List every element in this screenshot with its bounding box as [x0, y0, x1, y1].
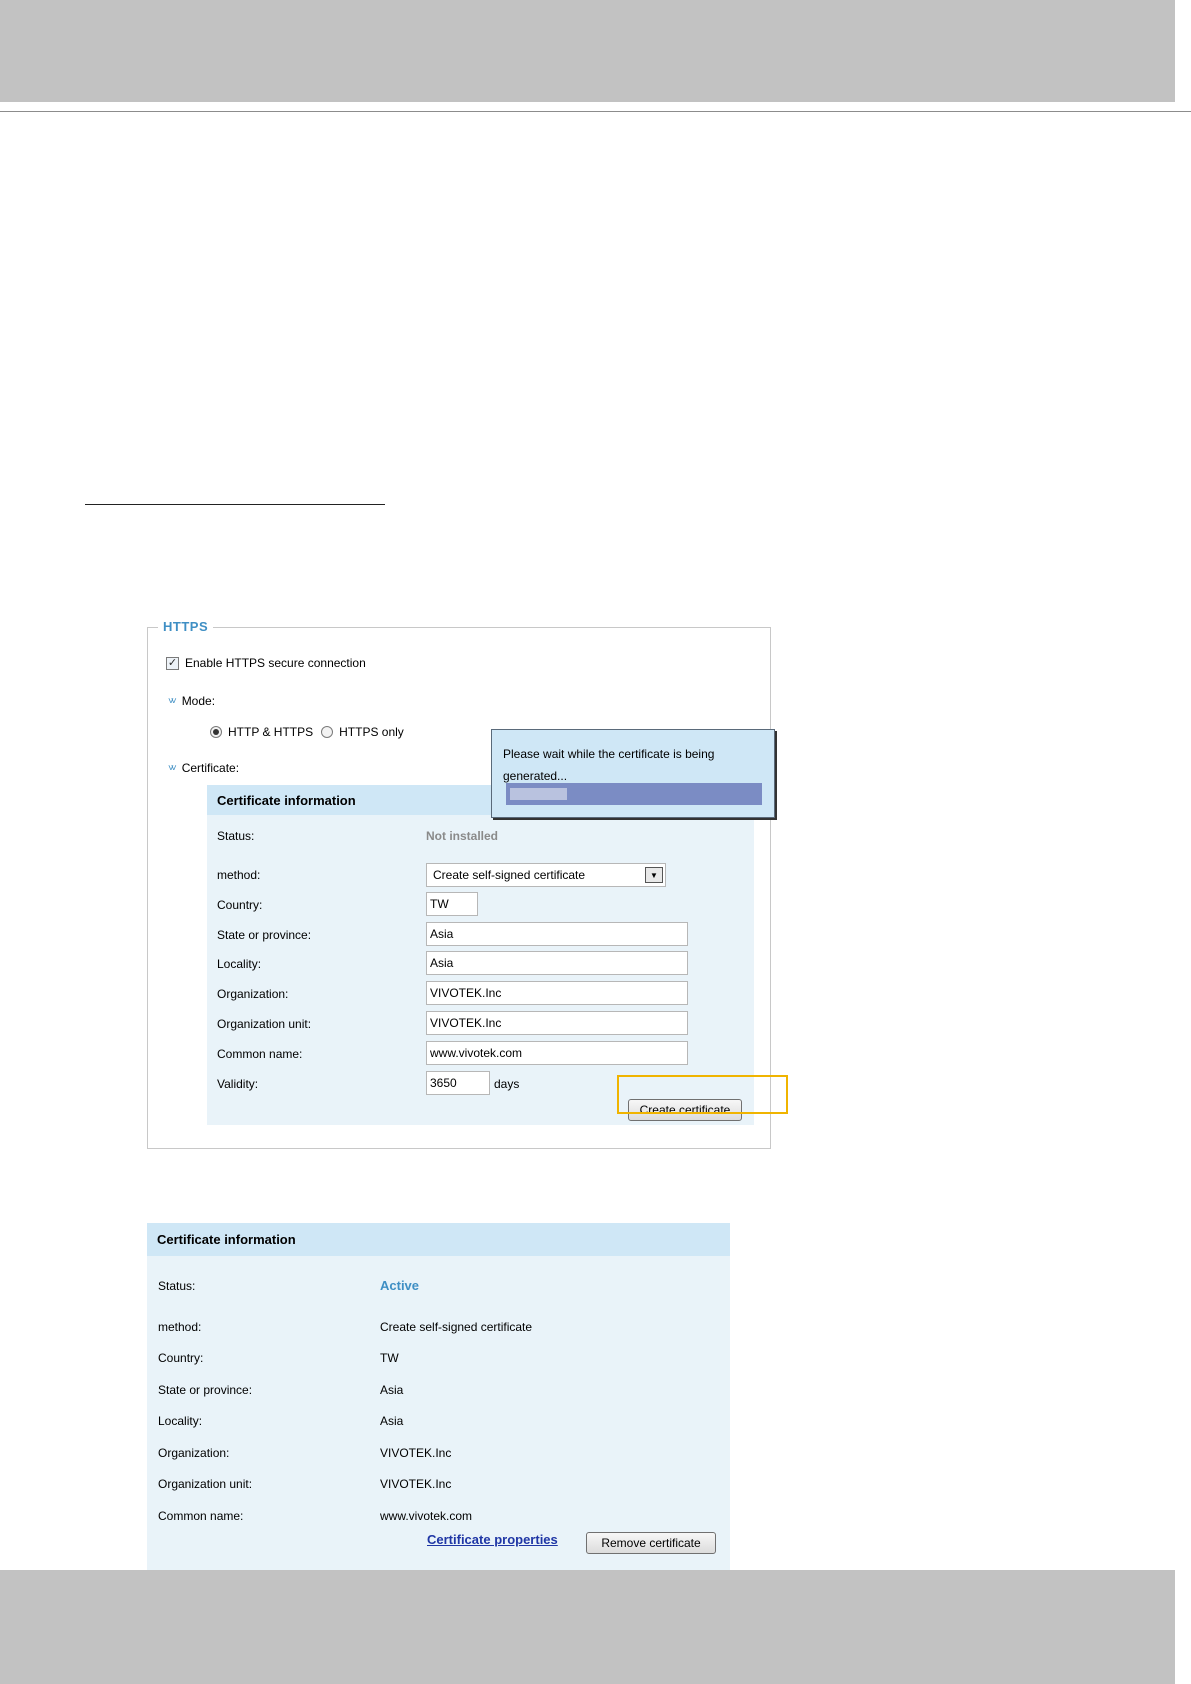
- certificate-form-panel: Certificate information Status: Not inst…: [207, 785, 754, 1125]
- installed-organization-unit-value: VIVOTEK.Inc: [380, 1477, 452, 1491]
- page-footer-band: [0, 1570, 1191, 1684]
- method-select-value: Create self-signed certificate: [433, 868, 586, 882]
- radio-https-only[interactable]: [321, 726, 334, 738]
- radio-https-only-label: HTTPS only: [339, 725, 404, 739]
- chevron-down-icon: ˅˅: [168, 695, 177, 707]
- installed-method-value: Create self-signed certificate: [380, 1320, 533, 1334]
- installed-method-label: method:: [158, 1320, 202, 1334]
- certificate-row: ˅˅ Certificate:: [168, 761, 239, 775]
- enable-https-label: Enable HTTPS secure connection: [185, 656, 366, 670]
- enable-https-checkbox[interactable]: ✓: [166, 656, 179, 670]
- country-input[interactable]: TW: [426, 892, 478, 916]
- installed-common-name-label: Common name:: [158, 1509, 244, 1523]
- radio-http-https-label: HTTP & HTTPS: [228, 725, 314, 739]
- progress-fill: [510, 788, 568, 800]
- header-rule: [0, 111, 1191, 112]
- section-underline: [85, 504, 385, 505]
- installed-state-value: Asia: [380, 1383, 404, 1397]
- state-input[interactable]: Asia: [426, 922, 688, 946]
- common-name-input[interactable]: www.vivotek.com: [426, 1041, 688, 1065]
- certificate-properties-link[interactable]: Certificate properties: [427, 1532, 558, 1547]
- create-certificate-highlight: [617, 1075, 788, 1114]
- days-label: days: [494, 1077, 520, 1091]
- installed-locality-label: Locality:: [158, 1414, 203, 1428]
- validity-input[interactable]: 3650: [426, 1071, 490, 1095]
- locality-label: Locality:: [217, 957, 262, 971]
- generating-popup: Please wait while the certificate is bei…: [491, 729, 775, 818]
- https-legend: HTTPS: [158, 619, 214, 634]
- remove-certificate-button[interactable]: Remove certificate: [586, 1532, 716, 1554]
- organization-label: Organization:: [217, 987, 289, 1001]
- page-header-band: [0, 0, 1191, 102]
- radio-http-https[interactable]: [210, 726, 222, 738]
- installed-status-value: Active: [380, 1278, 420, 1293]
- installed-state-label: State or province:: [158, 1383, 253, 1397]
- organization-unit-label: Organization unit:: [217, 1017, 312, 1031]
- https-fieldset: HTTPS ✓ Enable HTTPS secure connection ˅…: [147, 619, 771, 1149]
- dropdown-arrow-icon[interactable]: ▼: [645, 867, 663, 883]
- enable-https-row[interactable]: ✓ Enable HTTPS secure connection: [166, 656, 366, 670]
- locality-input[interactable]: Asia: [426, 951, 688, 975]
- page-edge: [1175, 0, 1191, 102]
- installed-certificate-heading: Certificate information: [147, 1223, 730, 1256]
- country-label: Country:: [217, 898, 263, 912]
- installed-common-name-value: www.vivotek.com: [380, 1509, 473, 1523]
- mode-options: HTTP & HTTPS HTTPS only: [210, 725, 412, 739]
- progress-bar: [506, 783, 762, 805]
- chevron-down-icon: ˅˅: [168, 762, 177, 774]
- installed-country-label: Country:: [158, 1351, 204, 1365]
- status-value: Not installed: [426, 829, 499, 843]
- page-edge: [1175, 1570, 1191, 1684]
- installed-organization-unit-label: Organization unit:: [158, 1477, 253, 1491]
- popup-message: Please wait while the certificate is bei…: [503, 747, 715, 783]
- validity-label: Validity:: [217, 1077, 259, 1091]
- status-label: Status:: [217, 829, 255, 843]
- installed-locality-value: Asia: [380, 1414, 404, 1428]
- organization-input[interactable]: VIVOTEK.Inc: [426, 981, 688, 1005]
- installed-status-label: Status:: [158, 1279, 196, 1293]
- mode-label: Mode:: [181, 694, 216, 708]
- certificate-label: Certificate:: [181, 761, 240, 775]
- mode-row: ˅˅ Mode:: [168, 694, 215, 708]
- organization-unit-input[interactable]: VIVOTEK.Inc: [426, 1011, 688, 1035]
- installed-country-value: TW: [380, 1351, 399, 1365]
- installed-organization-value: VIVOTEK.Inc: [380, 1446, 452, 1460]
- state-label: State or province:: [217, 928, 312, 942]
- installed-organization-label: Organization:: [158, 1446, 230, 1460]
- method-label: method:: [217, 868, 261, 882]
- installed-certificate-panel: Certificate information Status: Active m…: [147, 1223, 730, 1570]
- common-name-label: Common name:: [217, 1047, 303, 1061]
- method-select[interactable]: Create self-signed certificate ▼: [426, 863, 666, 887]
